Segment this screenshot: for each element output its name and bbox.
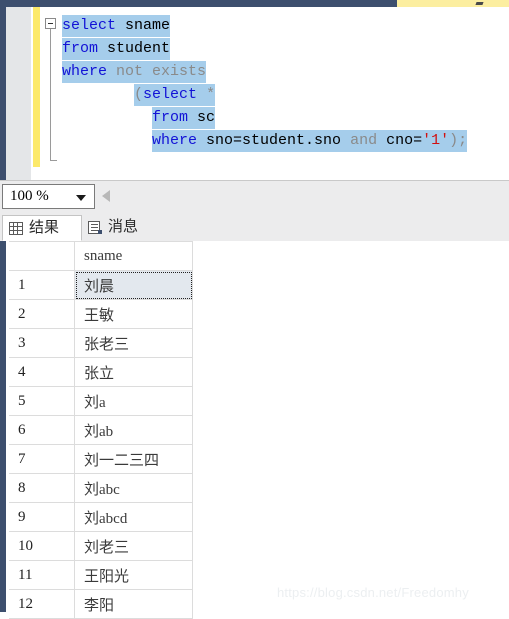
table-row[interactable]: 9 刘abcd [9,502,193,532]
results-table-body: 1 刘晨 2 王敏 3 张老三 4 张立 5 刘a 6 刘ab 7 刘一二三四 8 刘abc 9 刘abcd 10 刘… [9,270,193,619]
code-token: sc [188,109,216,126]
row-number-cell[interactable]: 3 [9,328,75,358]
zoom-level-value: 100 % [10,188,49,204]
code-line: from student [62,37,467,60]
results-table[interactable]: sname 1 刘晨 2 王敏 3 张老三 4 张立 5 刘a 6 刘ab 7 刘一二三四 8 刘abc 9 刘a… [9,241,193,619]
row-number-cell[interactable]: 7 [9,444,75,474]
table-row[interactable]: 10 刘老三 [9,531,193,561]
table-row[interactable]: 8 刘abc [9,473,193,503]
code-token: '1' [422,132,450,149]
row-number-cell[interactable]: 12 [9,589,75,619]
sname-cell[interactable]: 张老三 [74,328,193,358]
sname-cell[interactable]: 刘老三 [74,531,193,561]
code-token: cno= [377,132,423,149]
sname-cell[interactable]: 刘晨 [74,270,193,300]
row-number-cell[interactable]: 4 [9,357,75,387]
results-grid-pane[interactable]: sname 1 刘晨 2 王敏 3 张老三 4 张立 5 刘a 6 刘ab 7 刘一二三四 8 刘abc 9 刘a… [0,241,509,619]
triangle-left-icon[interactable] [102,190,110,202]
results-tabstrip: 结果 消息 [0,213,509,241]
code-line: where not exists [62,60,467,83]
tab-edge-glyph-icon [475,2,484,5]
watermark-text: https://blog.csdn.net/Freedomhy [277,585,469,600]
table-row[interactable]: 4 张立 [9,357,193,387]
table-row[interactable]: 1 刘晨 [9,270,193,300]
table-row[interactable]: 6 刘ab [9,415,193,445]
column-header-sname[interactable]: sname [74,241,193,271]
code-token: not exists [116,63,207,80]
tab-messages-label: 消息 [108,219,139,235]
code-token: where [152,132,198,149]
code-selection: where sno=student.sno and cno='1'); [152,130,468,152]
code-line: (select * [62,83,467,106]
code-line: where sno=student.sno and cno='1'); [62,129,468,152]
editor-change-indicator-bar [33,7,40,167]
editor-outlining-column [40,7,62,180]
row-number-cell[interactable]: 9 [9,502,75,532]
grid-icon [9,222,23,235]
outlining-fold-line [50,29,51,161]
code-selection: (select * [134,84,216,106]
row-number-cell[interactable]: 11 [9,560,75,590]
sname-cell[interactable]: 刘ab [74,415,193,445]
table-row[interactable]: 7 刘一二三四 [9,444,193,474]
collapse-minus-icon[interactable] [45,18,56,29]
zoom-level-combobox[interactable]: 100 % [2,184,95,209]
code-token: sno=student.sno [197,132,351,149]
code-token: * [206,86,216,103]
message-icon [88,221,102,234]
code-token: sname [116,17,171,34]
chevron-down-icon[interactable] [76,195,86,201]
code-selection: from sc [152,107,216,129]
outlining-fold-foot [50,160,57,161]
sname-cell[interactable]: 刘一二三四 [74,444,193,474]
code-selection: from student [62,38,171,60]
column-header-rownum[interactable] [9,241,75,271]
tab-messages[interactable]: 消息 [82,215,162,241]
code-token: ( [134,86,144,103]
row-number-cell[interactable]: 8 [9,473,75,503]
code-token: from [62,40,99,57]
sname-cell[interactable]: 刘a [74,386,193,416]
code-line: select sname [62,14,467,37]
row-number-cell[interactable]: 2 [9,299,75,329]
row-number-cell[interactable]: 5 [9,386,75,416]
sname-cell[interactable]: 刘abc [74,473,193,503]
row-number-cell[interactable]: 1 [9,270,75,300]
sname-cell[interactable]: 王阳光 [74,560,193,590]
sql-editor-pane[interactable]: select sname from student where not exists… [0,7,509,180]
code-token: select [62,17,117,34]
editor-zoom-toolbar: 100 % [0,180,509,213]
table-row[interactable]: 2 王敏 [9,299,193,329]
code-token: from [152,109,189,126]
sname-cell[interactable]: 刘abcd [74,502,193,532]
results-table-head: sname [9,241,193,271]
sql-code-text[interactable]: select sname from student where not exists… [62,14,468,152]
row-number-cell[interactable]: 10 [9,531,75,561]
title-bar-strip [0,0,397,7]
code-token: ); [449,132,468,149]
table-row[interactable]: 3 张老三 [9,328,193,358]
code-token: where [62,63,108,80]
table-row[interactable]: 12 李阳 [9,589,193,619]
table-row[interactable]: 11 王阳光 [9,560,193,590]
editor-line-number-gutter [6,7,31,180]
row-number-cell[interactable]: 6 [9,415,75,445]
document-tabstrip-strip[interactable] [397,0,509,7]
top-window-strip [0,0,509,7]
tab-results[interactable]: 结果 [2,215,82,241]
sname-cell[interactable]: 张立 [74,357,193,387]
code-token: and [350,132,378,149]
sname-cell[interactable]: 王敏 [74,299,193,329]
code-token: select [143,86,198,103]
table-header-row: sname [9,241,193,271]
code-token: student [98,40,171,57]
code-selection: where not exists [62,61,207,83]
code-selection: select sname [62,15,171,37]
tab-results-label: 结果 [29,220,60,236]
sname-cell[interactable]: 李阳 [74,589,193,619]
table-row[interactable]: 5 刘a [9,386,193,416]
code-line: from sc [62,106,467,129]
